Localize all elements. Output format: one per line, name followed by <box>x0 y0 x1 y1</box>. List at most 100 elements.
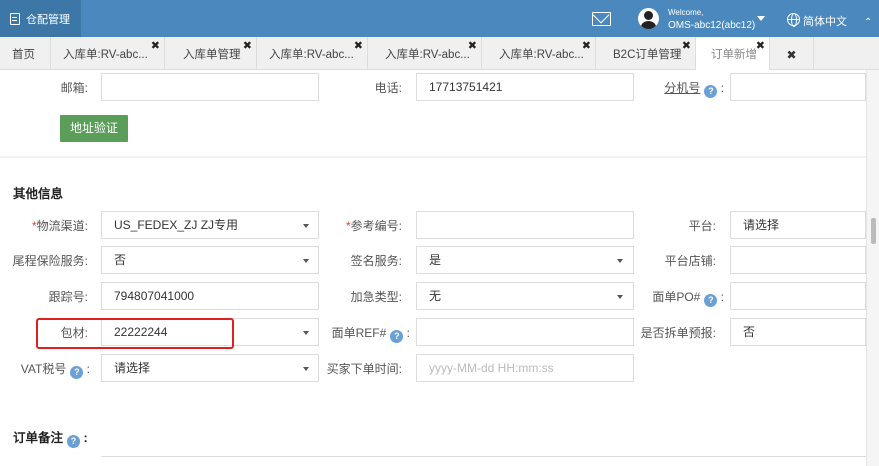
app-brand[interactable]: 仓配管理 <box>0 0 81 37</box>
phone-label: 电话: <box>374 81 402 95</box>
caret-down-icon <box>303 259 309 263</box>
language-selector[interactable]: 简体中文 <box>803 13 847 29</box>
phone-input[interactable]: 17713751421 <box>416 73 634 101</box>
tab-label: 订单新增 <box>711 49 757 61</box>
help-icon[interactable]: ? <box>70 366 84 379</box>
logistics-label: *物流渠道: <box>20 217 88 234</box>
insurance-value: 否 <box>114 253 127 267</box>
caret-down-icon[interactable] <box>757 16 765 21</box>
postcode-label: 邮箱: <box>60 81 88 95</box>
platform-select[interactable]: 请选择 <box>730 211 866 239</box>
user-avatar-icon[interactable] <box>638 8 659 29</box>
ext-label: 分机号? : <box>664 81 724 98</box>
close-icon[interactable]: ✖ <box>151 40 160 52</box>
verify-address-button[interactable]: 地址验证 <box>60 115 128 142</box>
logistics-value: US_FEDEX_ZJ ZJ专用 <box>114 218 239 232</box>
vat-select[interactable]: 请选择 <box>101 354 319 382</box>
ref-input[interactable] <box>416 318 634 346</box>
logistics-select[interactable]: US_FEDEX_ZJ ZJ专用 <box>101 211 319 239</box>
ref-label: 面单REF#? : <box>331 326 410 343</box>
platform-label: 平台: <box>688 219 716 233</box>
po-label-text: 面单PO# <box>652 290 701 304</box>
tab-label: 入库单:RV-abc... <box>269 49 354 61</box>
buyer-time-label: 买家下单时间: <box>326 362 402 376</box>
scroll-thumb[interactable] <box>871 218 876 244</box>
help-icon[interactable]: ? <box>704 85 718 98</box>
more-icon[interactable]: ⌃ <box>864 17 872 28</box>
platform-store-label: 平台店铺: <box>664 254 716 268</box>
tab-label: 入库单:RV-abc... <box>385 49 470 61</box>
help-icon[interactable]: ? <box>390 330 404 343</box>
insurance-label: 尾程保险服务: <box>12 254 88 268</box>
tab-label: 入库单管理 <box>183 49 241 61</box>
vat-label: VAT税号? : <box>20 362 90 379</box>
tab-inbound-2[interactable]: 入库单:RV-abc... ✖ <box>257 37 368 70</box>
split-label: 是否拆单预报: <box>640 326 716 340</box>
help-icon[interactable]: ? <box>67 435 81 448</box>
tab-inbound-4[interactable]: 入库单:RV-abc... ✖ <box>482 37 596 70</box>
tab-inbound-3[interactable]: 入库单:RV-abc... ✖ <box>368 37 482 70</box>
other-info-title: 其他信息 <box>13 187 64 201</box>
signature-label: 签名服务: <box>350 254 402 268</box>
tab-bar: 首页 入库单:RV-abc... ✖ 入库单管理 ✖ 入库单:RV-abc... ✖ … <box>0 37 879 70</box>
user-menu[interactable]: Welcome, OMS-abc12(abc12) <box>668 7 755 32</box>
postcode-input[interactable] <box>101 73 319 101</box>
order-note-title-text: 订单备注 <box>13 431 64 445</box>
close-all-tabs-icon[interactable]: ✖ <box>770 37 814 70</box>
vat-label-text: VAT税号 <box>20 362 67 376</box>
urgent-value: 无 <box>429 289 442 303</box>
address-card: 邮箱: 电话: 17713751421 分机号? : 地址验证 <box>0 70 866 156</box>
tab-label: 入库单:RV-abc... <box>499 49 584 61</box>
tab-label: 入库单:RV-abc... <box>63 49 148 61</box>
caret-down-icon <box>303 331 309 335</box>
close-icon[interactable]: ✖ <box>682 40 691 52</box>
main-content: 邮箱: 电话: 17713751421 分机号? : 地址验证 其他信息 *物流… <box>0 70 866 466</box>
mail-icon[interactable] <box>592 12 611 26</box>
caret-down-icon <box>617 259 623 263</box>
close-icon[interactable]: ✖ <box>468 40 477 52</box>
order-note-title: 订单备注? : <box>13 431 88 448</box>
tab-new-order[interactable]: 订单新增 ✖ <box>696 37 770 70</box>
ext-input[interactable] <box>730 73 866 101</box>
tab-b2c-orders[interactable]: B2C订单管理 ✖ <box>596 37 696 70</box>
buyer-time-input[interactable]: yyyy-MM-dd HH:mm:ss <box>416 354 634 382</box>
caret-down-icon <box>303 224 309 228</box>
order-note-input[interactable] <box>101 456 866 466</box>
caret-down-icon <box>617 295 623 299</box>
tab-label: B2C订单管理 <box>613 49 682 61</box>
vat-value: 请选择 <box>114 361 151 375</box>
close-icon[interactable]: ✖ <box>354 40 363 52</box>
insurance-select[interactable]: 否 <box>101 246 319 274</box>
platform-store-select[interactable] <box>730 246 866 274</box>
po-input[interactable] <box>730 282 866 310</box>
ref-label-text: 面单REF# <box>331 326 387 340</box>
close-icon[interactable]: ✖ <box>243 40 252 52</box>
reference-input[interactable] <box>416 211 634 239</box>
signature-select[interactable]: 是 <box>416 246 634 274</box>
welcome-text: Welcome, <box>668 8 704 17</box>
logistics-label-text: 物流渠道: <box>36 219 88 233</box>
clipboard-icon <box>10 12 20 25</box>
po-label: 面单PO#? : <box>652 290 724 307</box>
tab-inbound-1[interactable]: 入库单:RV-abc... ✖ <box>51 37 165 70</box>
close-icon[interactable]: ✖ <box>582 40 591 52</box>
split-select[interactable]: 否 <box>730 318 866 346</box>
caret-down-icon <box>303 367 309 371</box>
close-icon[interactable]: ✖ <box>756 40 765 52</box>
tab-label: 首页 <box>12 49 35 61</box>
urgent-select[interactable]: 无 <box>416 282 634 310</box>
globe-icon[interactable] <box>787 13 800 27</box>
scrollbar[interactable] <box>866 70 879 466</box>
order-note-card: 订单备注? : <box>0 404 866 466</box>
tab-home[interactable]: 首页 <box>0 37 51 70</box>
help-icon[interactable]: ? <box>704 294 718 307</box>
app-title: 仓配管理 <box>26 13 70 26</box>
ext-label-text: 分机号 <box>664 81 701 95</box>
urgent-label: 加急类型: <box>350 290 402 304</box>
username: OMS-abc12(abc12) <box>668 20 756 31</box>
highlight-box <box>36 318 234 349</box>
tracking-label: 跟踪号: <box>48 290 88 304</box>
tracking-input[interactable]: 794807041000 <box>101 282 319 310</box>
top-bar: 仓配管理 Welcome, OMS-abc12(abc12) 简体中文 ⌃ <box>0 0 879 37</box>
tab-inbound-management[interactable]: 入库单管理 ✖ <box>165 37 257 70</box>
